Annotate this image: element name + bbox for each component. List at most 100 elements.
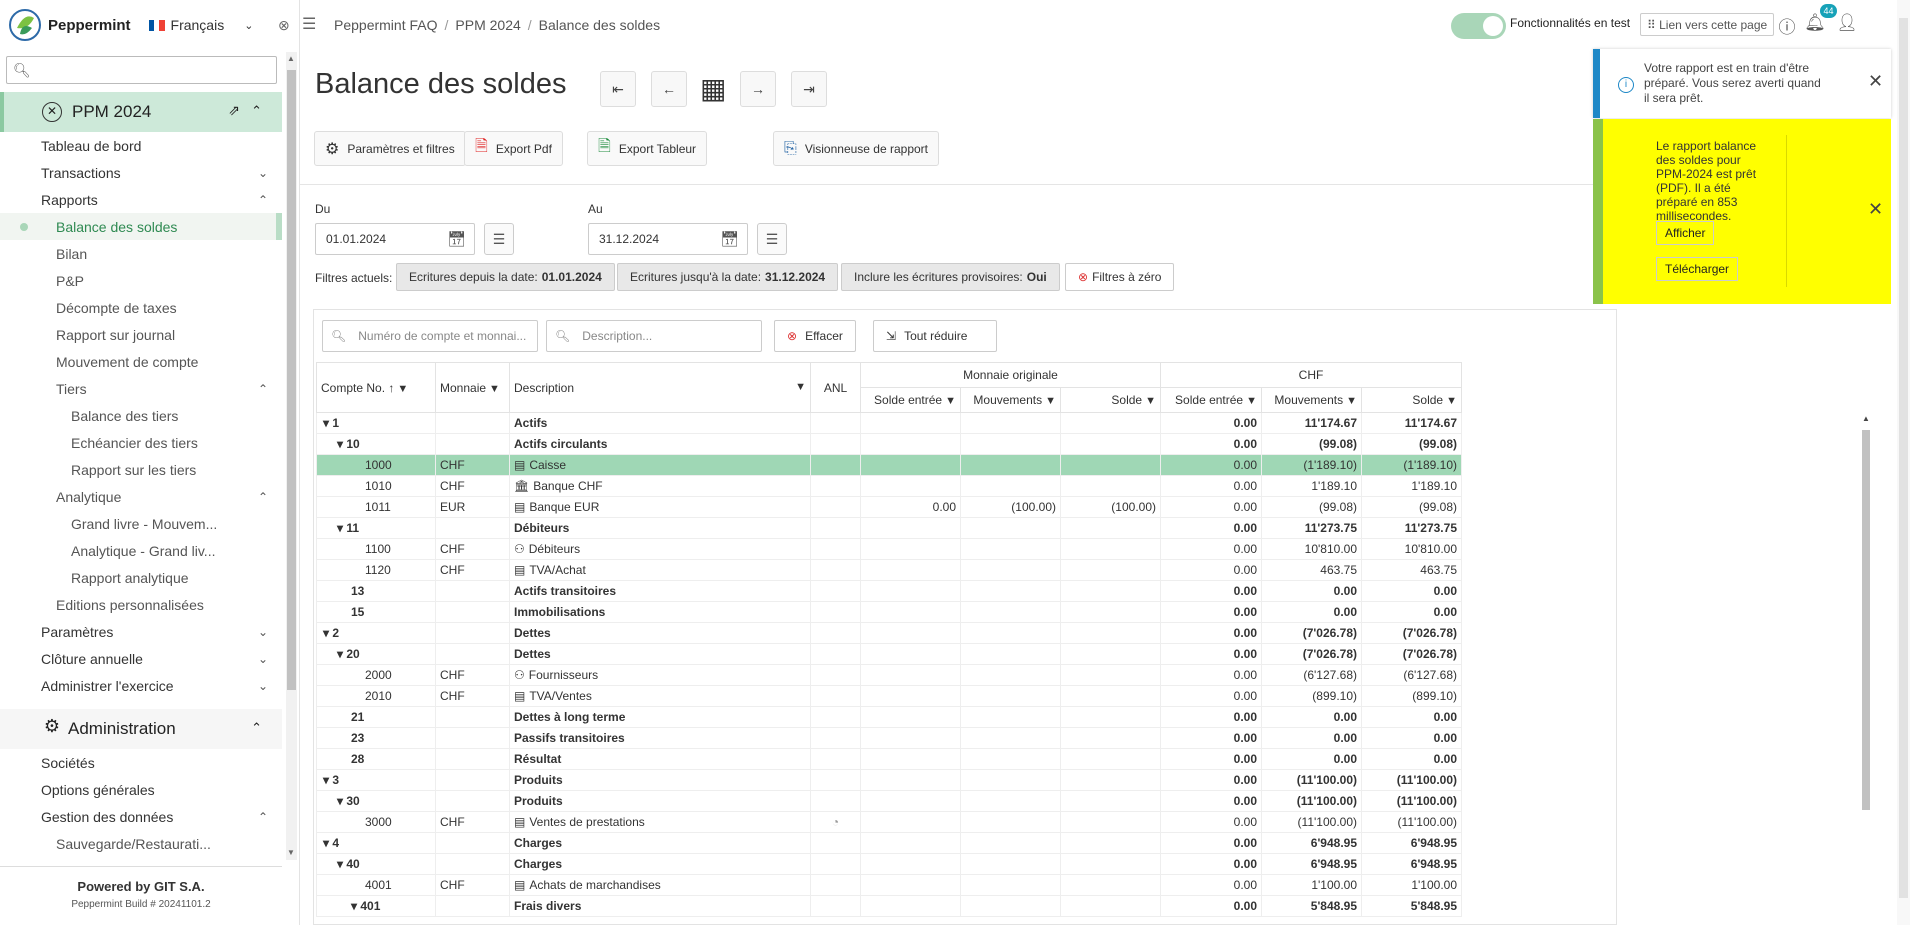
col-anl[interactable]: ANL bbox=[810, 362, 861, 413]
section-administration[interactable]: ⚙ Administration ⌃ bbox=[0, 709, 282, 749]
chevron-down-icon[interactable]: ⌄ bbox=[258, 625, 268, 639]
sidebar-item[interactable]: Sociétés bbox=[0, 749, 282, 776]
chevron-down-icon[interactable]: ⌄ bbox=[258, 679, 268, 693]
cell-account[interactable]: 1000 bbox=[316, 454, 436, 476]
description-search-input[interactable]: 🔍︎ Description... bbox=[546, 320, 762, 352]
cell-account[interactable]: 1010 bbox=[316, 475, 436, 497]
sidebar-item[interactable]: Balance des soldes bbox=[0, 213, 282, 240]
app-logo[interactable]: Peppermint bbox=[8, 8, 131, 42]
user-icon[interactable]: 👤︎ bbox=[1836, 13, 1858, 35]
cell-anl[interactable] bbox=[810, 727, 861, 749]
cell-anl[interactable] bbox=[810, 874, 861, 896]
cell-anl[interactable]: ◔ bbox=[810, 811, 861, 833]
table-row[interactable]: ▾ 2 Dettes 0.00 (7'026.78) (7'026.78) bbox=[316, 622, 1462, 644]
sidebar-item[interactable]: Sauvegarde/Restaurati... bbox=[0, 830, 282, 857]
cell-account[interactable]: ▾ 10 bbox=[316, 433, 436, 455]
table-row[interactable]: ▾ 20 Dettes 0.00 (7'026.78) (7'026.78) bbox=[316, 643, 1462, 665]
table-row[interactable]: ▾ 10 Actifs circulants 0.00 (99.08) (99.08) bbox=[316, 433, 1462, 455]
cell-anl[interactable] bbox=[810, 412, 861, 434]
table-row[interactable]: ▾ 40 Charges 0.00 6'948.95 6'948.95 bbox=[316, 853, 1462, 875]
sidebar-item[interactable]: Rapport analytique bbox=[0, 564, 282, 591]
cell-anl[interactable] bbox=[810, 685, 861, 707]
external-link-icon[interactable]: ⇗ bbox=[228, 102, 240, 119]
filter-chip[interactable]: Inclure les écritures provisoires: Oui bbox=[841, 263, 1060, 291]
table-row[interactable]: 21 Dettes à long terme 0.00 0.00 0.00 bbox=[316, 706, 1462, 728]
calendar-icon[interactable]: ▦ bbox=[700, 72, 726, 105]
grid-scrollbar[interactable]: ▲ bbox=[1860, 412, 1872, 925]
sidebar-item[interactable]: Editions personnalisées bbox=[0, 591, 282, 618]
chevron-up-icon[interactable]: ⌃ bbox=[258, 382, 268, 396]
close-icon[interactable]: ✕ bbox=[1868, 199, 1883, 220]
report-viewer-button[interactable]: ⎘ Visionneuse de rapport bbox=[773, 131, 940, 166]
chevron-down-icon[interactable]: ⌄ bbox=[258, 652, 268, 666]
col-currency[interactable]: Monnaie ▼ bbox=[435, 362, 510, 413]
to-options-button[interactable]: ☰ bbox=[757, 223, 787, 255]
table-row[interactable]: ▾ 1 Actifs 0.00 11'174.67 11'174.67 bbox=[316, 412, 1462, 434]
cell-account[interactable]: 28 bbox=[316, 748, 436, 770]
table-row[interactable]: 1010 CHF 🏛 Banque CHF 0.00 1'189.10 1'189.10 bbox=[316, 475, 1462, 497]
analytics-icon[interactable]: ◔ bbox=[832, 815, 839, 829]
language-select[interactable]: Français ⌄ bbox=[148, 17, 253, 33]
cell-account[interactable]: ▾ 401 bbox=[316, 895, 436, 917]
sidebar-item[interactable]: Analytique ⌃ bbox=[0, 483, 282, 510]
cell-anl[interactable] bbox=[810, 664, 861, 686]
sidebar-item[interactable]: Analytique - Grand liv... bbox=[0, 537, 282, 564]
cell-account[interactable]: 21 bbox=[316, 706, 436, 728]
table-row[interactable]: 1120 CHF ▤ TVA/Achat 0.00 463.75 463.75 bbox=[316, 559, 1462, 581]
table-row[interactable]: 1100 CHF ⚇ Débiteurs 0.00 10'810.00 10'810.00 bbox=[316, 538, 1462, 560]
cell-anl[interactable] bbox=[810, 790, 861, 812]
collapse-all-button[interactable]: ⇲ Tout réduire bbox=[873, 320, 997, 352]
cell-anl[interactable] bbox=[810, 769, 861, 791]
table-row[interactable]: 28 Résultat 0.00 0.00 0.00 bbox=[316, 748, 1462, 770]
sidebar-item[interactable]: P&P bbox=[0, 267, 282, 294]
table-row[interactable]: ▾ 3 Produits 0.00 (11'100.00) (11'100.00) bbox=[316, 769, 1462, 791]
sidebar-item[interactable]: Clôture annuelle ⌄ bbox=[0, 645, 282, 672]
cell-anl[interactable] bbox=[810, 433, 861, 455]
cell-account[interactable]: ▾ 11 bbox=[316, 517, 436, 539]
col-moves-orig[interactable]: Mouvements ▼ bbox=[960, 387, 1061, 413]
breadcrumb-item[interactable]: PPM 2024 bbox=[455, 17, 520, 33]
sidebar-item[interactable]: Transactions ⌄ bbox=[0, 159, 282, 186]
sidebar-item[interactable]: Rapport sur journal bbox=[0, 321, 282, 348]
cell-account[interactable]: 13 bbox=[316, 580, 436, 602]
filter-icon[interactable]: ▼ bbox=[1145, 395, 1156, 407]
section-ppm-2024[interactable]: ✕ PPM 2024 ⇗ ⌃ bbox=[0, 92, 282, 132]
cell-account[interactable]: ▾ 1 bbox=[316, 412, 436, 434]
calendar-icon[interactable]: 📅︎ bbox=[447, 230, 466, 248]
cell-anl[interactable] bbox=[810, 580, 861, 602]
table-row[interactable]: 23 Passifs transitoires 0.00 0.00 0.00 bbox=[316, 727, 1462, 749]
calendar-icon[interactable]: 📅︎ bbox=[720, 230, 739, 248]
table-row[interactable]: 15 Immobilisations 0.00 0.00 0.00 bbox=[316, 601, 1462, 623]
sidebar-item[interactable]: Mouvement de compte bbox=[0, 348, 282, 375]
next-period-button[interactable]: → bbox=[740, 71, 776, 107]
table-row[interactable]: 3000 CHF ▤ Ventes de prestations ◔ 0.00 (11'10… bbox=[316, 811, 1462, 833]
sidebar-item[interactable]: Echéancier des tiers bbox=[0, 429, 282, 456]
test-features-toggle[interactable] bbox=[1451, 13, 1506, 39]
close-circle-icon[interactable]: ✕ bbox=[42, 102, 62, 122]
scroll-up-icon[interactable]: ▲ bbox=[287, 54, 295, 63]
sidebar-scroll-thumb[interactable] bbox=[287, 70, 296, 690]
cell-account[interactable]: 4001 bbox=[316, 874, 436, 896]
show-report-button[interactable]: Afficher bbox=[1656, 221, 1715, 245]
filter-icon[interactable]: ▼ bbox=[1045, 395, 1056, 407]
sidebar-item[interactable]: Balance des tiers bbox=[0, 402, 282, 429]
cell-anl[interactable] bbox=[810, 538, 861, 560]
cell-account[interactable]: 1120 bbox=[316, 559, 436, 581]
cell-anl[interactable] bbox=[810, 601, 861, 623]
last-period-button[interactable]: ⇥ bbox=[791, 71, 827, 107]
cell-anl[interactable] bbox=[810, 643, 861, 665]
col-balance-orig[interactable]: Solde ▼ bbox=[1060, 387, 1161, 413]
chevron-up-icon[interactable]: ⌃ bbox=[251, 720, 262, 736]
col-moves-chf[interactable]: Mouvements ▼ bbox=[1261, 387, 1362, 413]
cell-anl[interactable] bbox=[810, 832, 861, 854]
cell-anl[interactable] bbox=[810, 475, 861, 497]
sidebar-item[interactable]: Décompte de taxes bbox=[0, 294, 282, 321]
cell-account[interactable]: 3000 bbox=[316, 811, 436, 833]
cell-account[interactable]: 23 bbox=[316, 727, 436, 749]
col-balance-chf[interactable]: Solde ▼ bbox=[1361, 387, 1462, 413]
page-scroll-thumb[interactable] bbox=[1899, 18, 1908, 898]
cell-anl[interactable] bbox=[810, 496, 861, 518]
breadcrumb-item[interactable]: Peppermint FAQ bbox=[334, 17, 438, 33]
filter-icon[interactable]: ▼ bbox=[1446, 395, 1457, 407]
previous-period-button[interactable]: ← bbox=[651, 71, 687, 107]
